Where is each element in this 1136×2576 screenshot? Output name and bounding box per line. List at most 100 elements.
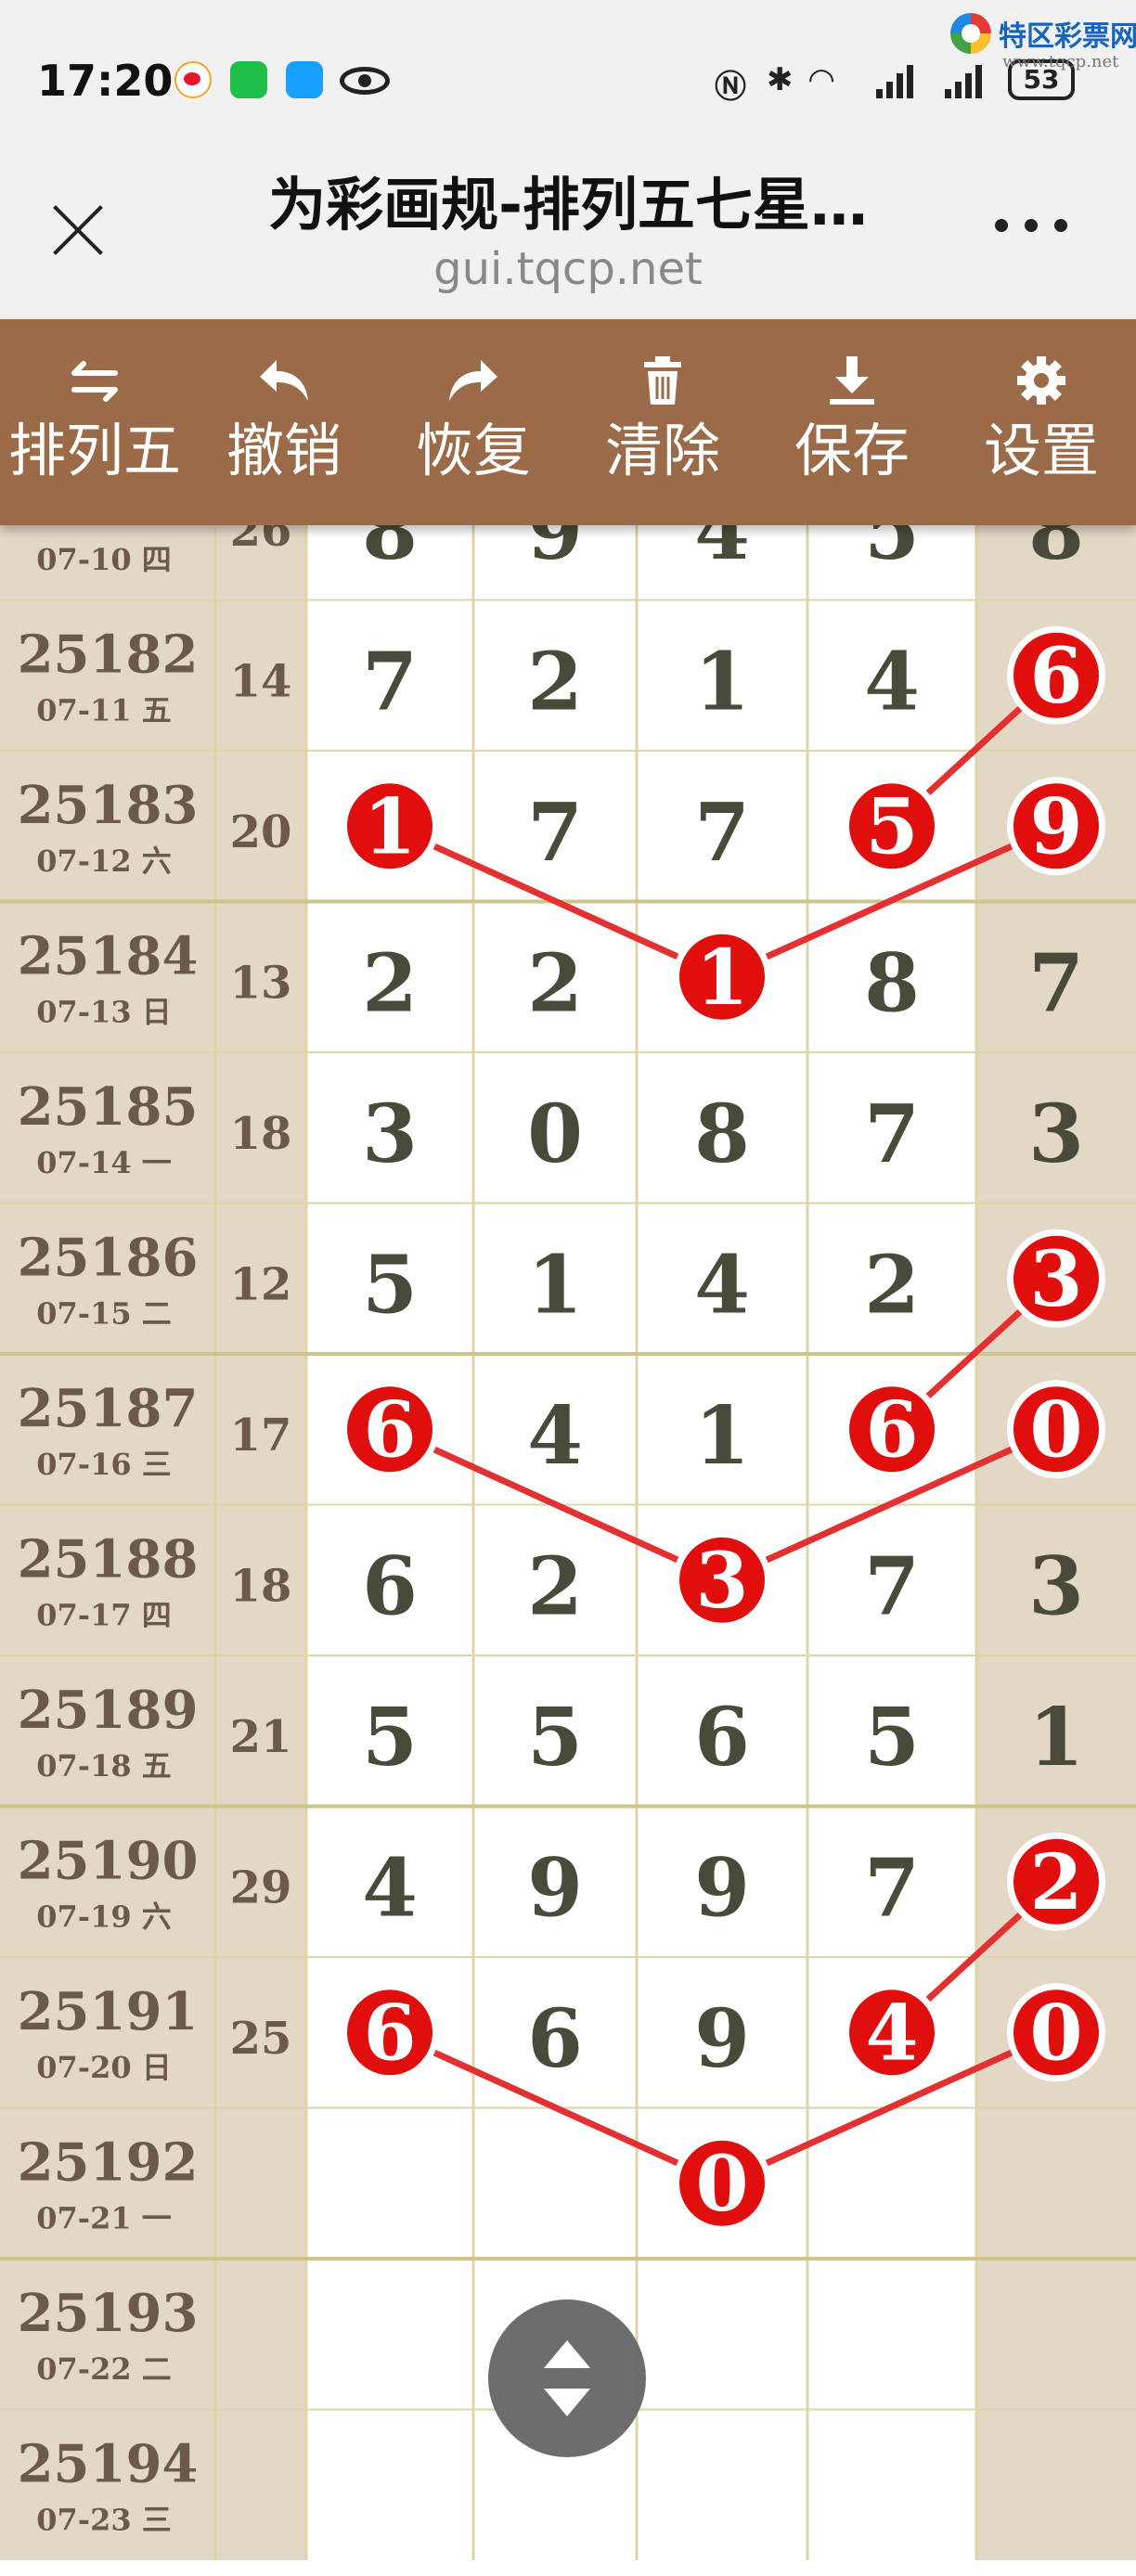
marker-digit: 0	[1029, 1385, 1082, 1475]
issue-date: 07-21 一	[36, 2201, 172, 2236]
watermark: 特区彩票网 www.tqcp.net	[950, 6, 1136, 80]
marked-digit[interactable]: 0	[1007, 1380, 1105, 1479]
draw-digit[interactable]: 8	[864, 937, 920, 1031]
marker-digit: 6	[1029, 632, 1082, 721]
marked-digit[interactable]: 1	[673, 927, 771, 1026]
draw-digit[interactable]: 3	[1028, 1088, 1084, 1181]
draw-digit[interactable]: 6	[362, 1540, 418, 1634]
toolbar-button-clear[interactable]: 清除	[568, 319, 757, 525]
digit-sum: 18	[230, 1561, 292, 1613]
issue-date: 07-23 三	[36, 2503, 172, 2538]
issue-number: 25184	[18, 926, 199, 987]
draw-digit[interactable]: 4	[527, 1389, 583, 1483]
draw-digit[interactable]: 2	[362, 937, 418, 1031]
draw-digit[interactable]: 2	[527, 1540, 583, 1634]
page-title: 为彩画规-排列五七星…	[268, 171, 868, 238]
issue-date: 07-13 日	[36, 995, 172, 1030]
weibo-icon	[174, 61, 212, 98]
draw-digit[interactable]: 9	[694, 1842, 750, 1936]
draw-digit[interactable]: 1	[694, 636, 750, 729]
scroll-control-button[interactable]	[488, 2299, 646, 2457]
marked-digit[interactable]: 6	[341, 1380, 439, 1479]
draw-digit[interactable]: 7	[362, 636, 418, 729]
marker-digit: 3	[695, 1537, 748, 1626]
draw-digit[interactable]: 7	[864, 1842, 920, 1936]
undo-icon	[260, 360, 308, 401]
draw-digit[interactable]: 8	[1028, 525, 1084, 578]
toolbar: 排列五 撤销 恢复 清除 保存 设置	[0, 319, 1136, 525]
marked-digit[interactable]: 6	[843, 1380, 941, 1479]
issue-number: 25192	[18, 2132, 199, 2194]
marked-digit[interactable]: 1	[341, 777, 439, 876]
message-icon	[286, 61, 323, 98]
draw-digit[interactable]: 7	[864, 1540, 920, 1634]
draw-digit[interactable]: 6	[694, 1691, 750, 1784]
draw-digit[interactable]: 9	[527, 525, 583, 578]
draw-digit[interactable]: 5	[362, 1691, 418, 1784]
draw-digit[interactable]: 7	[864, 1088, 920, 1181]
redo-icon	[449, 360, 497, 401]
marked-digit[interactable]: 5	[843, 777, 941, 876]
marker-digit: 0	[695, 2140, 748, 2229]
draw-digit[interactable]: 1	[694, 1389, 750, 1483]
draw-digit[interactable]: 1	[1028, 1691, 1084, 1784]
draw-digit[interactable]: 2	[527, 636, 583, 729]
draw-digit[interactable]: 2	[527, 937, 583, 1031]
digit-sum: 25	[230, 2013, 292, 2065]
draw-digit[interactable]: 7	[527, 786, 583, 880]
tqcp-logo-icon	[950, 13, 991, 54]
toolbar-label: 恢复	[415, 417, 531, 484]
toolbar-button-save[interactable]: 保存	[757, 319, 947, 525]
issue-number: 25182	[18, 625, 199, 686]
marker-digit: 6	[865, 1385, 918, 1475]
draw-digit[interactable]: 2	[864, 1239, 920, 1333]
marked-digit[interactable]: 3	[1007, 1229, 1105, 1328]
draw-digit[interactable]: 5	[864, 525, 920, 578]
draw-digit[interactable]: 9	[694, 1992, 750, 2086]
draw-digit[interactable]: 9	[527, 1842, 583, 1936]
marked-digit[interactable]: 9	[1007, 777, 1105, 876]
draw-digit[interactable]: 4	[694, 525, 750, 578]
draw-digit[interactable]: 5	[362, 1239, 418, 1333]
digit-sum: 13	[230, 958, 292, 1010]
marked-digit[interactable]: 2	[1007, 1832, 1105, 1931]
draw-digit[interactable]: 1	[527, 1239, 583, 1333]
marked-digit[interactable]: 3	[673, 1530, 771, 1629]
digit-sum: 29	[230, 1862, 292, 1914]
marked-digit[interactable]: 4	[843, 1983, 941, 2082]
draw-digit[interactable]: 8	[362, 525, 418, 578]
draw-digit[interactable]: 0	[527, 1088, 583, 1181]
marker-digit: 1	[363, 782, 416, 871]
issue-date: 07-12 六	[36, 844, 172, 879]
draw-digit[interactable]: 5	[864, 1691, 920, 1784]
draw-digit[interactable]: 8	[694, 1088, 750, 1181]
issue-number: 25193	[18, 2283, 199, 2344]
draw-digit[interactable]: 3	[1028, 1540, 1084, 1634]
marked-digit[interactable]: 6	[341, 1983, 439, 2082]
wechat-icon	[230, 61, 267, 98]
grid-canvas[interactable]: 2518107-10 四26894582518207-11 五147214251…	[0, 525, 1136, 2576]
issue-number: 25187	[18, 1378, 199, 1439]
issue-date: 07-19 六	[36, 1900, 172, 1935]
digit-sum: 14	[230, 656, 292, 708]
draw-digit[interactable]: 4	[362, 1842, 418, 1936]
marked-digit[interactable]: 0	[1007, 1983, 1105, 2082]
draw-history-grid[interactable]: 2518107-10 四26894582518207-11 五147214251…	[0, 525, 1136, 2576]
issue-number: 25186	[18, 1228, 199, 1289]
draw-digit[interactable]: 7	[1028, 937, 1084, 1031]
marked-digit[interactable]: 6	[1007, 625, 1105, 725]
draw-digit[interactable]: 7	[694, 786, 750, 880]
digit-sum: 26	[230, 525, 292, 557]
draw-digit[interactable]: 4	[694, 1239, 750, 1333]
draw-digit[interactable]: 4	[864, 636, 920, 729]
toolbar-button-undo[interactable]: 撤销	[189, 319, 379, 525]
toolbar-button-lottery-type[interactable]: 排列五	[0, 319, 189, 525]
toolbar-button-redo[interactable]: 恢复	[379, 319, 568, 525]
marked-digit[interactable]: 0	[673, 2133, 771, 2233]
draw-digit[interactable]: 6	[527, 1992, 583, 2086]
draw-digit[interactable]: 5	[527, 1691, 583, 1784]
more-options-icon[interactable]	[995, 219, 1069, 234]
draw-digit[interactable]: 3	[362, 1088, 418, 1181]
toolbar-button-settings[interactable]: 设置	[947, 319, 1136, 525]
toolbar-label: 设置	[983, 417, 1099, 484]
